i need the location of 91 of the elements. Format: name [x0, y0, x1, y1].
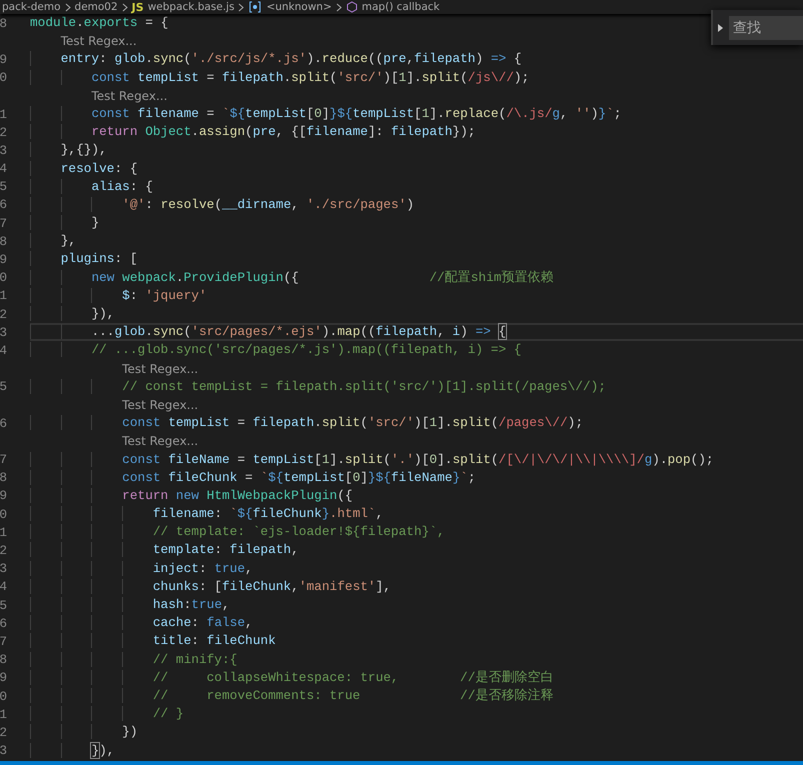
line-number: 3: [0, 142, 7, 158]
line-number: 3: [0, 743, 7, 758]
line-number: 6: [0, 416, 7, 431]
line-number: 1: [0, 288, 7, 304]
line-number: 9: [0, 488, 7, 504]
code-line: // ...glob.sync('src/pages/*.js').map((filepath, i) => {: [30, 341, 522, 360]
line-number: 8: [0, 470, 7, 486]
line-number: 9: [0, 670, 7, 686]
line-number: 0: [0, 70, 7, 86]
code-line: $: 'jquery': [30, 286, 207, 305]
line-number: 4: [0, 161, 7, 176]
js-file-icon: JS: [132, 0, 144, 14]
chevron-icon: [64, 2, 71, 12]
breadcrumb-item[interactable]: webpack.base.js: [148, 1, 234, 13]
line-number: 2: [0, 306, 7, 322]
breadcrumb-item[interactable]: map() callback: [362, 1, 440, 13]
line-number: 1: [0, 106, 7, 122]
line-number: 5: [0, 179, 7, 194]
chevron-icon: [238, 2, 244, 12]
line-number: 4: [0, 579, 7, 594]
code-line: module.exports = {: [30, 14, 168, 32]
code-line: alias: {: [30, 178, 153, 196]
line-number: 9: [0, 252, 7, 268]
code-line: chunks: [fileChunk,'manifest'],: [30, 578, 391, 596]
line-number: 1: [0, 706, 7, 722]
line-number: 0: [0, 270, 7, 286]
code-line: filename: `${fileChunk}.html`,: [30, 505, 384, 524]
codelens-link[interactable]: Test Regex...: [91, 88, 168, 103]
code-line: // collapseWhitespace: true, //是否删除空白: [30, 668, 554, 687]
code-line: // }: [30, 705, 184, 724]
line-number: 6: [0, 197, 7, 212]
chevron-icon: [122, 2, 128, 12]
breadcrumb-item[interactable]: <unknown>: [266, 1, 332, 13]
cube-icon: [346, 1, 358, 13]
code-line: '@': resolve(__dirname, './src/pages'): [30, 196, 414, 214]
code-line: const tempList = filepath.split('src/')[1].split(/pages\//);: [30, 414, 583, 432]
line-number: 7: [0, 452, 7, 468]
code-line: },: [30, 232, 76, 250]
line-number: 4: [0, 342, 7, 358]
codelens-link[interactable]: Test Regex...: [122, 398, 198, 412]
variable-icon: [248, 1, 262, 13]
code-line: }),: [30, 305, 114, 324]
breadcrumb-item[interactable]: pack-demo: [2, 1, 61, 13]
code-line: hash:true,: [30, 596, 230, 614]
line-number: 6: [0, 616, 7, 631]
code-line: new webpack.ProvidePlugin({ //配置shim预置依赖: [30, 268, 554, 287]
code-line: template: filepath,: [30, 541, 299, 560]
code-line: // const tempList = filepath.split('src/')[1].split(/pages\//);: [30, 378, 606, 396]
code-line: title: fileChunk: [30, 632, 276, 651]
line-number: 1: [0, 524, 7, 540]
line-number: 9: [0, 52, 7, 67]
line-number: 8: [0, 652, 7, 668]
line-number: 5: [0, 598, 7, 613]
code-line: }: [30, 214, 100, 232]
code-line: }): [30, 723, 138, 742]
code-line: // minify:{: [30, 650, 238, 669]
line-number: 2: [0, 124, 7, 140]
line-number: 7: [0, 634, 7, 649]
code-line: const filename = `${tempList[0]}${tempList[1].replace(/\.js/g, '')}`;: [30, 104, 622, 124]
code-line: const fileChunk = `${tempList[0]}${fileName}`;: [30, 468, 476, 487]
line-number: 0: [0, 688, 7, 704]
code-line: resolve: {: [30, 160, 138, 178]
breadcrumb-item[interactable]: demo02: [74, 1, 118, 13]
find-input-field[interactable]: 查找: [729, 16, 803, 40]
triangle-right-icon[interactable]: [718, 24, 724, 32]
code-line: return Object.assign(pre, {[filename]: filepath});: [30, 123, 476, 142]
code-line: cache: false,: [30, 614, 253, 632]
line-number: 8: [0, 234, 7, 249]
line-number: 7: [0, 216, 7, 231]
line-number: 2: [0, 724, 7, 740]
code-line: const tempList = filepath.split('src/')[1].split(/js\//);: [30, 68, 530, 87]
line-number: 0: [0, 506, 7, 522]
codelens-link[interactable]: Test Regex...: [122, 434, 198, 448]
code-line: const fileName = tempList[1].split('.')[0].split(/[\/|\/\/|\\|\\\\]/g).pop();: [30, 450, 714, 469]
code-line: ...glob.sync('src/pages/*.ejs').map((filepath, i) => {: [30, 323, 506, 342]
codelens-link[interactable]: Test Regex...: [122, 362, 198, 376]
codelens-link[interactable]: Test Regex...: [60, 34, 137, 48]
line-number: 3: [0, 561, 7, 576]
code-line: inject: true,: [30, 560, 253, 578]
code-line: // template: `ejs-loader!${filepath}`,: [30, 523, 445, 542]
line-number: 2: [0, 543, 7, 558]
code-line: return new HtmlWebpackPlugin({: [30, 486, 353, 506]
code-line: },{}),: [30, 141, 107, 160]
line-number: 3: [0, 324, 7, 340]
code-line: entry: glob.sync('./src/js/*.js').reduce((pre,filepath) => {: [30, 50, 522, 69]
code-line: plugins: [: [30, 250, 138, 269]
line-number: 5: [0, 379, 7, 394]
line-number: 8: [0, 16, 7, 31]
chevron-icon: [336, 2, 342, 12]
code-line: // removeComments: true //是否移除注释: [30, 686, 554, 706]
code-line: }),: [30, 742, 114, 760]
